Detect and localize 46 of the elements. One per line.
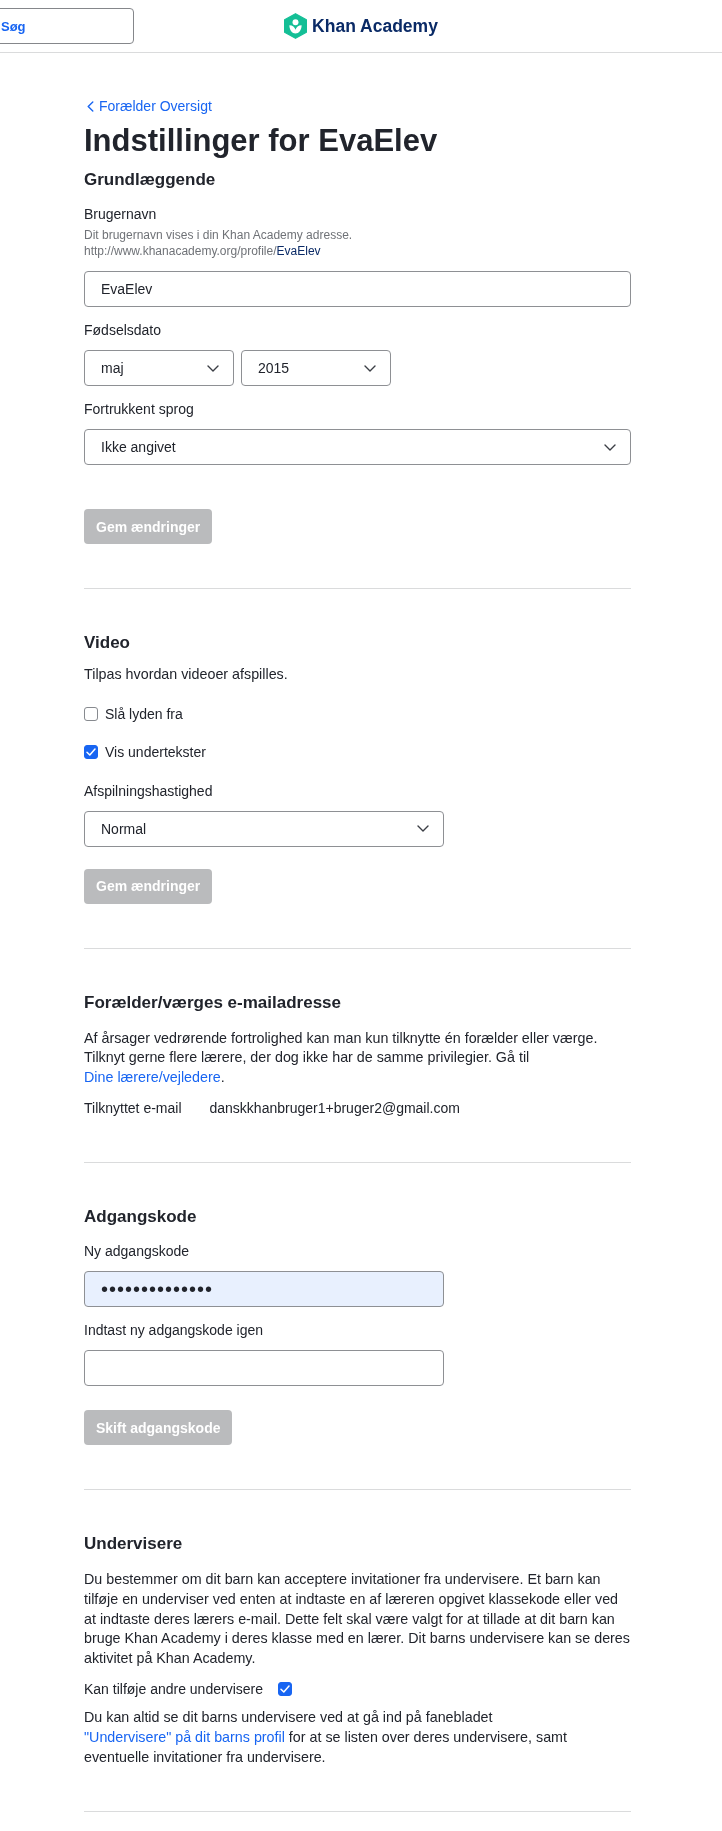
chevron-left-icon <box>87 100 94 112</box>
check-icon <box>86 747 96 756</box>
text-link[interactable]: Dine lærere/vejledere <box>84 1068 221 1085</box>
dropdown[interactable]: Ikke angivet <box>84 429 631 465</box>
checkbox-label: Vis undertekster <box>105 742 206 762</box>
checkbox-label: Kan tilføje andre undervisere <box>84 1680 263 1700</box>
info-label: Tilknyttet e-mail <box>84 1099 182 1119</box>
field-label: Afspilningshastighed <box>84 781 213 801</box>
field-label: Brugernavn <box>84 205 157 224</box>
section-heading: Adgangskode <box>84 1206 197 1229</box>
text-link[interactable]: "Undervisere" på dit barns profil <box>84 1728 285 1745</box>
chevron-down-icon <box>604 443 616 451</box>
description-text: Du kan altid se dit barns undervisere ved at gå ind på fanebladet "Undervisere" på dit barns profil for at se listen over deres undervisere, samt eventuelle invitationer fra undervisere. <box>84 1708 568 1767</box>
checkbox[interactable] <box>84 706 98 721</box>
dropdown[interactable]: Normal <box>84 810 444 847</box>
email-value: danskkhanbruger1+bruger2@gmail.com <box>209 1099 460 1119</box>
description-text: Du bestemmer om dit barn kan acceptere invitationer fra undervisere. Et barn kan tilføje en underviser ved enten at indtaste en af læreren opgivet klassekode eller ved at indtaste deres lærers e-mail. Dette felt skal være valgt for at tillade at dit barn kan bruge Khan Academy i deres klasse med en lærer. Dit barns undervisere kan se deres aktivitet på Khan Academy. <box>84 1570 631 1668</box>
checkbox-label: Slå lyden fra <box>105 704 183 724</box>
section-heading: Undervisere <box>84 1533 183 1556</box>
checkbox[interactable] <box>84 744 98 759</box>
section-heading: Forælder/værges e-mailadresse <box>84 991 341 1014</box>
field-label: Fødselsdato <box>84 321 162 340</box>
checkbox[interactable] <box>278 1682 292 1697</box>
search-button[interactable]: Søg <box>0 8 134 44</box>
hexagon-logo-icon <box>284 13 308 39</box>
chevron-down-icon <box>207 364 219 372</box>
check-icon <box>280 1685 290 1694</box>
password-field[interactable]: •••••••••••••• <box>84 1271 444 1308</box>
description-text: Af årsager vedrørende fortrolighed kan man kun tilknytte én forælder eller værge. Tilknyt gerne flere lærere, der dog ikke har de samme privilegier. Gå til Dine lærere/vejledere. <box>84 1028 599 1087</box>
password-field[interactable] <box>84 1350 444 1387</box>
field-hint: Dit brugernavn vises i din Khan Academy adresse. <box>84 227 353 243</box>
chevron-down-icon <box>417 825 429 833</box>
chevron-down-icon <box>364 364 376 372</box>
section-heading: Video <box>84 632 130 654</box>
page-title: Indstillinger for EvaElev <box>84 122 439 160</box>
dropdown[interactable]: 2015 <box>241 350 391 386</box>
field-label: Ny adgangskode <box>84 1242 190 1262</box>
field-label: Indtast ny adgangskode igen <box>84 1321 264 1341</box>
text-field[interactable]: EvaElev <box>84 271 631 307</box>
dropdown[interactable]: maj <box>84 350 234 386</box>
back-link[interactable]: Forælder Oversigt <box>84 96 212 116</box>
profile-url: http://www.khanacademy.org/profile/EvaElev <box>84 243 321 259</box>
section-heading: Grundlæggende <box>84 169 216 191</box>
description-text: Tilpas hvordan videoer afspilles. <box>84 665 288 684</box>
logo-link[interactable]: Khan Academy <box>284 13 438 39</box>
field-label: Fortrukkent sprog <box>84 400 194 419</box>
